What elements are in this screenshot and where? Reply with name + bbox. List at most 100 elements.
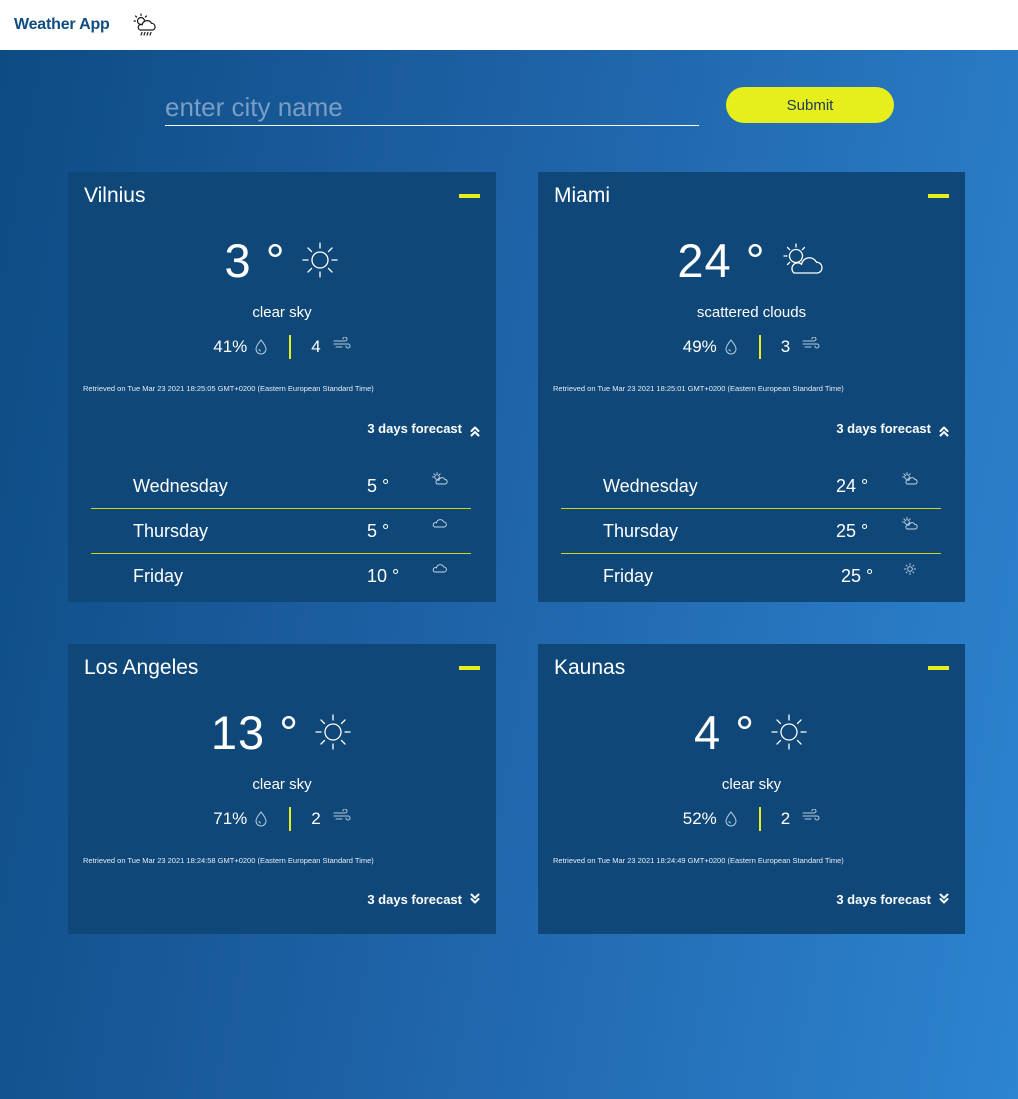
- main-area: Submit Vilnius 3 ° clear sky 41%: [0, 50, 1018, 1099]
- weather-stats: 71% 2: [68, 806, 496, 832]
- temperature-value: 24 °: [677, 233, 766, 287]
- card-city-name: Miami: [554, 184, 610, 207]
- collapse-button[interactable]: [928, 194, 949, 198]
- forecast-day: Friday: [603, 566, 654, 586]
- forecast-list: Wednesday 24 ° Thursday 25 ° Friday 25 °: [561, 464, 941, 599]
- weather-stats: 41% 4: [68, 334, 496, 360]
- forecast-row: Thursday 5 °: [91, 509, 471, 554]
- forecast-toggle-label: 3 days forecast: [367, 892, 462, 907]
- forecast-toggle[interactable]: 3 days forecast: [836, 892, 949, 907]
- humidity-drop-icon: [725, 811, 737, 827]
- weather-card-miami: Miami 24 ° scattered clouds 49% 3 Retrie…: [538, 172, 965, 602]
- forecast-row: Wednesday 24 °: [561, 464, 941, 509]
- current-temperature: 13 °: [68, 704, 496, 760]
- forecast-row: Friday 10 °: [91, 554, 471, 599]
- wind-icon: [802, 809, 820, 821]
- forecast-temp: 25 °: [841, 566, 874, 586]
- humidity-drop-icon: [255, 339, 267, 355]
- forecast-temp: 24 °: [836, 475, 869, 496]
- stats-divider: [758, 335, 761, 359]
- forecast-toggle[interactable]: 3 days forecast: [367, 420, 480, 437]
- retrieved-timestamp: Retrieved on Tue Mar 23 2021 18:24:49 GM…: [553, 856, 844, 865]
- forecast-row: Friday 25 °: [561, 554, 941, 599]
- chevron-double-down-icon: [939, 893, 949, 905]
- submit-button[interactable]: Submit: [726, 87, 894, 123]
- card-city-name: Vilnius: [84, 184, 146, 207]
- humidity-value: 41%: [213, 337, 248, 356]
- forecast-temp: 10 °: [367, 566, 400, 586]
- humidity-value: 52%: [682, 809, 717, 828]
- city-search-input[interactable]: [165, 90, 699, 126]
- sun-cloud-icon: [901, 472, 919, 486]
- wind-value: 3: [780, 337, 791, 356]
- forecast-row: Wednesday 5 °: [91, 464, 471, 509]
- sun-cloud-icon: [901, 517, 919, 531]
- forecast-temp: 25 °: [836, 520, 869, 541]
- card-city-name: Kaunas: [554, 656, 626, 679]
- forecast-day: Wednesday: [133, 475, 228, 496]
- sun-icon: [300, 240, 340, 280]
- forecast-temp: 5 °: [367, 520, 390, 541]
- forecast-day: Thursday: [603, 520, 679, 541]
- weather-description: clear sky: [252, 776, 312, 793]
- chevron-double-up-icon: [470, 425, 480, 437]
- weather-card-kaunas: Kaunas 4 ° clear sky 52% 2 Retrieved on …: [538, 644, 965, 934]
- humidity-drop-icon: [255, 811, 267, 827]
- wind-value: 2: [780, 809, 791, 828]
- retrieved-timestamp: Retrieved on Tue Mar 23 2021 18:25:05 GM…: [83, 384, 374, 393]
- collapse-button[interactable]: [928, 666, 949, 670]
- weather-description: clear sky: [721, 776, 782, 793]
- temperature-value: 4 °: [694, 705, 755, 759]
- sun-icon: [769, 712, 809, 752]
- collapse-button[interactable]: [459, 666, 480, 670]
- sun-icon: [901, 562, 919, 576]
- chevron-double-up-icon: [939, 425, 949, 437]
- forecast-temp: 5 °: [367, 475, 390, 496]
- temperature-value: 13 °: [210, 705, 300, 759]
- retrieved-timestamp: Retrieved on Tue Mar 23 2021 18:24:58 GM…: [83, 856, 374, 865]
- collapse-button[interactable]: [459, 194, 480, 198]
- current-temperature: 24 °: [538, 232, 965, 288]
- weather-description: scattered clouds: [696, 304, 807, 321]
- forecast-day: Wednesday: [603, 475, 698, 496]
- forecast-toggle-label: 3 days forecast: [367, 421, 462, 436]
- stats-divider: [289, 335, 292, 359]
- sun-cloud-icon: [780, 240, 826, 280]
- forecast-list: Wednesday 5 ° Thursday 5 ° Friday 10 °: [91, 464, 471, 599]
- card-city-name: Los Angeles: [84, 656, 199, 679]
- weather-stats: 52% 2: [538, 806, 965, 832]
- weather-card-los-angeles: Los Angeles 13 ° clear sky 71% 2 Retriev…: [68, 644, 496, 934]
- humidity-drop-icon: [725, 339, 737, 355]
- stats-divider: [289, 807, 292, 831]
- cloud-icon: [431, 517, 449, 531]
- cloud-icon: [431, 562, 449, 576]
- humidity-value: 71%: [213, 809, 248, 828]
- current-temperature: 3 °: [68, 232, 496, 288]
- chevron-double-down-icon: [470, 893, 480, 905]
- wind-icon: [333, 337, 351, 349]
- forecast-toggle[interactable]: 3 days forecast: [367, 892, 480, 907]
- weather-card-vilnius: Vilnius 3 ° clear sky 41% 4 Retrieved on…: [68, 172, 496, 602]
- weather-description: clear sky: [252, 304, 312, 321]
- sun-icon: [313, 712, 353, 752]
- forecast-toggle[interactable]: 3 days forecast: [836, 420, 949, 437]
- forecast-row: Thursday 25 °: [561, 509, 941, 554]
- current-temperature: 4 °: [538, 704, 965, 760]
- wind-icon: [802, 337, 820, 349]
- sun-cloud-icon: [431, 472, 449, 486]
- top-bar: Weather App: [0, 0, 1018, 50]
- forecast-day: Friday: [133, 566, 184, 586]
- sun-cloud-rain-icon: [132, 12, 158, 38]
- weather-stats: 49% 3: [538, 334, 965, 360]
- forecast-day: Thursday: [133, 520, 209, 541]
- forecast-toggle-label: 3 days forecast: [836, 421, 931, 436]
- forecast-toggle-label: 3 days forecast: [836, 892, 931, 907]
- stats-divider: [758, 807, 761, 831]
- humidity-value: 49%: [682, 337, 717, 356]
- wind-value: 4: [311, 337, 321, 356]
- wind-value: 2: [311, 809, 321, 828]
- wind-icon: [333, 809, 351, 821]
- app-title[interactable]: Weather App: [14, 16, 110, 34]
- retrieved-timestamp: Retrieved on Tue Mar 23 2021 18:25:01 GM…: [553, 384, 844, 393]
- temperature-value: 3 °: [224, 233, 286, 287]
